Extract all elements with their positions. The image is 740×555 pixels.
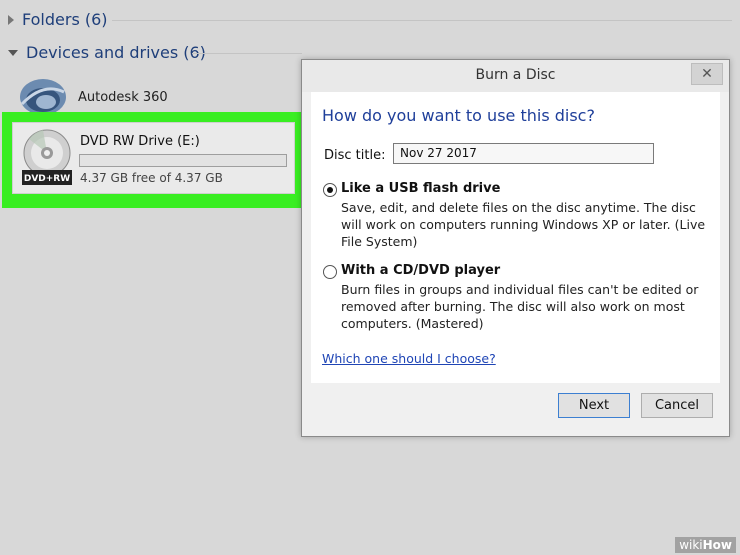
- usb-flash-drive-description: Save, edit, and delete files on the disc…: [341, 200, 706, 249]
- drive-usage-bar: [79, 154, 287, 167]
- disc-title-input[interactable]: Nov 27 2017: [393, 143, 654, 164]
- section-divider: [112, 20, 732, 21]
- next-button[interactable]: Next: [558, 393, 630, 418]
- dialog-heading: How do you want to use this disc?: [322, 106, 595, 125]
- dvd-drive-item[interactable]: DVD+RW DVD RW Drive (E:) 4.37 GB free of…: [12, 122, 295, 194]
- close-icon: ✕: [701, 66, 713, 82]
- drive-title: DVD RW Drive (E:): [80, 134, 200, 149]
- watermark-how: How: [702, 538, 732, 552]
- drive-free-space: 4.37 GB free of 4.37 GB: [80, 171, 223, 185]
- section-divider: [192, 53, 302, 54]
- cd-dvd-player-description: Burn files in groups and individual file…: [341, 282, 699, 331]
- folders-section-header[interactable]: Folders (6): [8, 10, 108, 29]
- option-usb-flash-drive[interactable]: Like a USB flash drive Save, edit, and d…: [323, 181, 713, 251]
- dialog-title: Burn a Disc: [475, 67, 556, 83]
- burn-disc-dialog: Burn a Disc ✕ How do you want to use thi…: [301, 59, 730, 437]
- collapse-arrow-icon[interactable]: [8, 49, 18, 56]
- cd-dvd-player-radio[interactable]: [323, 265, 337, 279]
- folders-section-label: Folders (6): [22, 10, 108, 29]
- expand-arrow-icon[interactable]: [8, 14, 14, 25]
- close-button[interactable]: ✕: [691, 63, 723, 85]
- watermark-wiki: wiki: [679, 538, 703, 552]
- dialog-titlebar[interactable]: Burn a Disc ✕: [302, 60, 729, 92]
- cancel-button[interactable]: Cancel: [641, 393, 713, 418]
- devices-section-header[interactable]: Devices and drives (6): [8, 43, 206, 62]
- dvd-rw-icon-label: DVD+RW: [24, 174, 70, 184]
- which-one-help-link[interactable]: Which one should I choose?: [322, 351, 496, 366]
- dialog-content: How do you want to use this disc? Disc t…: [311, 92, 720, 383]
- wikihow-watermark: wikiHow: [675, 537, 736, 553]
- disc-title-label: Disc title:: [324, 148, 386, 163]
- usb-flash-drive-title: Like a USB flash drive: [341, 181, 501, 196]
- devices-section-label: Devices and drives (6): [26, 43, 206, 62]
- usb-flash-drive-radio[interactable]: [323, 183, 337, 197]
- dvd-disc-icon: DVD+RW: [22, 129, 72, 185]
- cd-dvd-player-title: With a CD/DVD player: [341, 263, 501, 278]
- autodesk-360-label: Autodesk 360: [78, 89, 168, 105]
- option-cd-dvd-player[interactable]: With a CD/DVD player Burn files in group…: [323, 263, 713, 333]
